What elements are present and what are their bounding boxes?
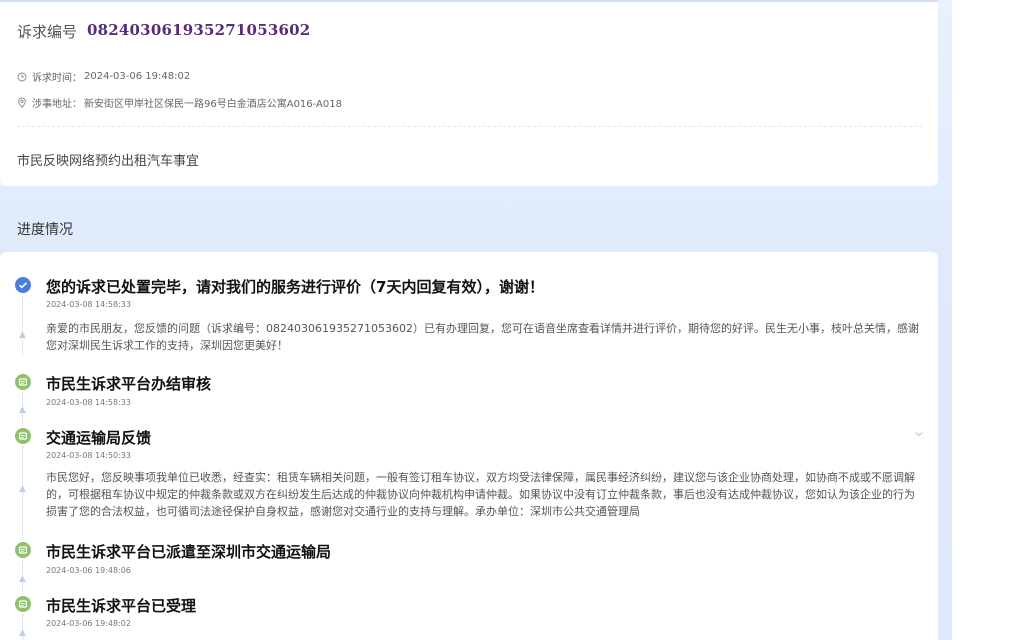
- clock-icon: [17, 72, 27, 81]
- address-key: 涉事地址：: [32, 99, 82, 110]
- case-info-card: 诉求编号 08240306193527105360​2 诉求时间： 2024-0…: [0, 0, 938, 186]
- progress-section-title: 进度情况: [17, 222, 73, 238]
- location-pin-icon: [18, 97, 26, 108]
- timeline-time: 2024-03-08 14:58:33: [46, 300, 131, 309]
- timeline-time: 2024-03-06 19:48:02: [46, 619, 131, 628]
- request-time-value: 2024-03-06 19:48:02: [84, 71, 191, 82]
- timeline-time: 2024-03-08 14:58:33: [46, 398, 131, 407]
- address-value: 新安街区甲岸社区保民一路96号白金酒店公寓A016-A018: [84, 99, 342, 110]
- timeline-connector: [22, 296, 23, 356]
- arrow-up-icon: ▲: [19, 405, 26, 415]
- request-time-key: 诉求时间：: [32, 73, 82, 84]
- divider: [17, 126, 922, 127]
- timeline-title: 市民生诉求平台办结审核: [46, 375, 212, 393]
- request-time-row: 诉求时间： 2024-03-06 19:48:02: [17, 69, 190, 84]
- case-summary: 市民反映网络预约出租汽车事宜: [17, 154, 200, 169]
- arrow-up-icon: ▲: [19, 574, 26, 584]
- step-icon: [15, 596, 31, 612]
- step-icon: [15, 542, 31, 558]
- case-number-label: 诉求编号: [17, 23, 78, 41]
- arrow-up-icon: ▲: [19, 484, 26, 494]
- timeline-description: 市民您好，您反映事项我单位已收悉，经查实：租赁车辆相关问题，一般有签订租车协议，…: [46, 471, 915, 518]
- case-number: 08240306193527105360​2: [87, 21, 311, 39]
- timeline-time: 2024-03-06 19:48:06: [46, 566, 131, 575]
- timeline-title: 您的诉求已处置完毕，请对我们的服务进行评价（7天内回复有效），谢谢！: [46, 278, 544, 296]
- address-row: 涉事地址： 新安街区甲岸社区保民一路96号白金酒店公寓A016-A018: [17, 95, 342, 110]
- timeline-title: 市民生诉求平台已受理: [46, 597, 197, 615]
- arrow-up-icon: ▲: [19, 628, 26, 638]
- check-circle-icon: [15, 277, 31, 293]
- timeline-time: 2024-03-08 14:50:33: [46, 451, 131, 460]
- step-icon: [15, 374, 31, 390]
- timeline-description: 亲爱的市民朋友，您反馈的问题（诉求编号：08240306193527105360…: [46, 322, 919, 352]
- step-icon: [15, 428, 31, 444]
- arrow-up-icon: ▲: [19, 330, 26, 340]
- chevron-down-icon[interactable]: [914, 430, 924, 438]
- timeline-title: 交通运输局反馈: [46, 429, 152, 447]
- timeline-title: 市民生诉求平台已派遣至深圳市交通运输局: [46, 543, 332, 561]
